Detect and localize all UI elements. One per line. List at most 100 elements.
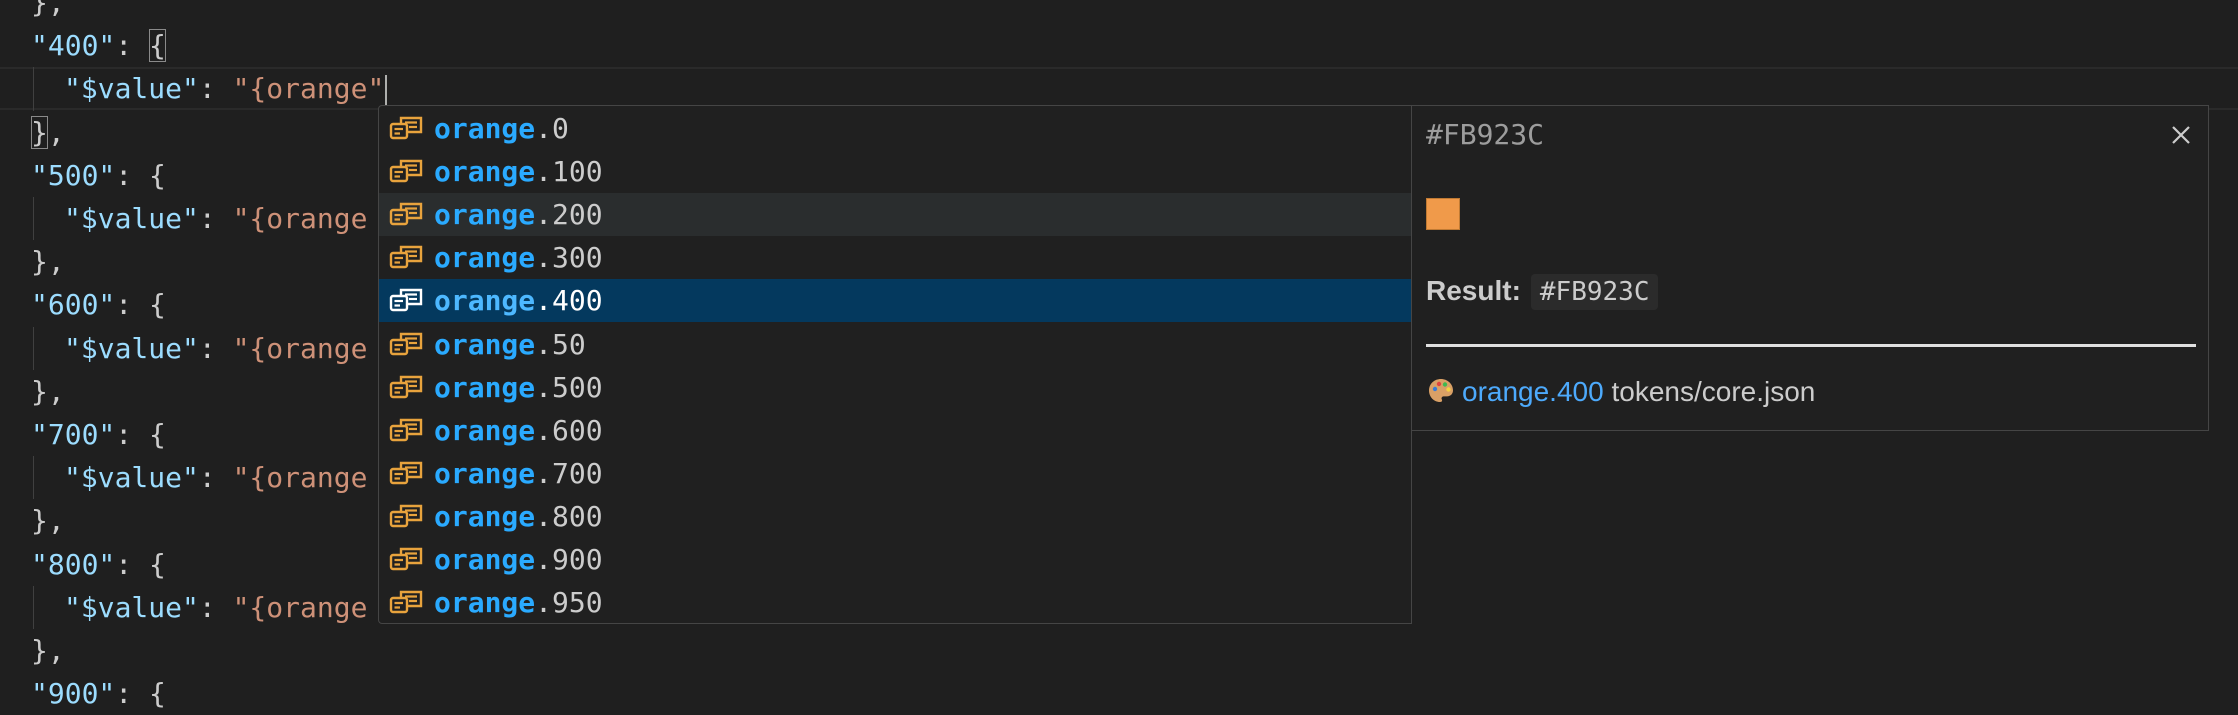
text-cursor [385, 75, 388, 106]
colon: : [115, 418, 150, 451]
punctuation: , [47, 374, 65, 408]
colon: : [115, 29, 150, 63]
punctuation: , [47, 245, 65, 279]
match-highlight: orange [434, 241, 536, 275]
color-swatch [1426, 198, 1460, 230]
suggest-item-label: orange.100 [434, 150, 603, 193]
variable-icon [389, 202, 423, 226]
suggest-item[interactable]: orange.900 [379, 538, 1411, 581]
json-key: "700" [31, 418, 116, 451]
suggest-item-label: orange.600 [434, 409, 603, 452]
suggest-item[interactable]: orange.500 [379, 366, 1411, 409]
punctuation: , [47, 115, 65, 149]
variable-icon [389, 504, 423, 528]
json-key: "$value" [64, 202, 199, 235]
match-highlight: orange [434, 327, 536, 361]
indent-guide [33, 585, 34, 629]
variable-icon [389, 289, 423, 312]
indent-guide [33, 67, 34, 111]
palette-icon [1429, 379, 1453, 402]
punctuation: , [47, 0, 65, 19]
suggest-item-suffix: .800 [535, 499, 603, 533]
variable-icon [389, 116, 423, 140]
result-value: #FB923C [1530, 274, 1659, 310]
suggest-item-label: orange.400 [434, 279, 603, 322]
suggest-item-label: orange.800 [434, 495, 603, 538]
key-line: "700": { [31, 413, 166, 456]
punctuation: , [47, 504, 65, 538]
source-row: orange.400 tokens/core.json [1426, 376, 1815, 408]
indent-guide [33, 326, 34, 370]
divider [1426, 344, 2196, 347]
code-line: "400": { [0, 24, 2238, 67]
close-line: }, [31, 370, 65, 413]
suggest-item[interactable]: orange.200 [379, 193, 1411, 237]
suggest-details-panel: #FB923C Result: #FB923C orange.400 tokens… [1412, 105, 2209, 431]
json-key: "$value" [64, 461, 199, 495]
suggest-item-suffix: .950 [535, 586, 603, 620]
suggest-item[interactable]: orange.100 [379, 150, 1411, 193]
json-key: "800" [31, 547, 116, 581]
punctuation: , [47, 634, 65, 667]
closing-brace: } [31, 374, 48, 408]
suggest-item-label: orange.300 [434, 236, 603, 279]
variable-icon [389, 418, 423, 441]
colon: : [198, 590, 233, 624]
suggest-item-suffix: .600 [535, 413, 603, 447]
close-line: }, [31, 111, 65, 154]
suggest-item[interactable]: orange.50 [379, 323, 1411, 366]
value-line: "$value": "{orange [64, 327, 367, 370]
value-line: "$value": "{orange [64, 586, 367, 629]
indent-guide [33, 456, 34, 500]
file-path[interactable]: tokens/core.json [1611, 376, 1815, 407]
suggest-item[interactable]: orange.700 [379, 452, 1411, 495]
suggest-item[interactable]: orange.400 [379, 279, 1411, 323]
json-key: "900" [31, 677, 116, 711]
close-line: }, [31, 0, 65, 24]
colon: : [115, 288, 150, 322]
colon: : [198, 72, 233, 106]
json-key: "600" [31, 288, 116, 322]
match-highlight: orange [434, 112, 536, 145]
colon: : [115, 547, 150, 581]
suggest-item-suffix: .0 [535, 112, 569, 145]
match-highlight: orange [434, 499, 536, 533]
suggest-item[interactable]: orange.950 [379, 581, 1411, 623]
closing-brace: } [31, 634, 48, 667]
suggest-widget[interactable]: orange.0 orange.100 orange.200 orange.300 or… [378, 105, 1412, 624]
close-icon[interactable] [2168, 122, 2194, 148]
code-line: "900": { [0, 672, 2238, 715]
close-line: }, [31, 629, 65, 672]
suggest-item-suffix: .900 [535, 543, 603, 576]
json-key: "$value" [64, 590, 199, 624]
suggest-item-label: orange.900 [434, 538, 603, 581]
close-line: }, [31, 499, 65, 542]
suggest-item[interactable]: orange.0 [379, 107, 1411, 150]
token-link[interactable]: orange.400 [1462, 376, 1604, 407]
suggest-item-label: orange.0 [434, 107, 569, 150]
json-string: "{orange [232, 590, 368, 624]
variable-icon [389, 246, 423, 269]
opening-brace: { [149, 677, 166, 711]
suggest-item-suffix: .300 [535, 241, 603, 275]
suggest-item[interactable]: orange.300 [379, 236, 1411, 279]
detail-title: #FB923C [1426, 118, 1545, 151]
suggest-item[interactable]: orange.600 [379, 409, 1411, 452]
variable-icon [389, 590, 423, 614]
code-line: }, [0, 629, 2238, 672]
json-key: "$value" [64, 72, 199, 106]
suggest-item-suffix: .50 [535, 327, 586, 361]
json-key: "400" [31, 29, 116, 63]
variable-icon [389, 547, 423, 571]
suggest-item-label: orange.200 [434, 193, 603, 236]
suggest-item-suffix: .200 [535, 198, 603, 232]
suggest-item-label: orange.500 [434, 366, 603, 409]
variable-icon [389, 461, 423, 484]
json-key: "$value" [64, 331, 199, 365]
suggest-item[interactable]: orange.800 [379, 495, 1411, 538]
colon: : [115, 677, 150, 711]
suggest-item-label: orange.950 [434, 581, 603, 623]
json-key: "500" [31, 158, 116, 192]
variable-icon [389, 332, 423, 355]
json-string: "{orange [232, 331, 368, 365]
